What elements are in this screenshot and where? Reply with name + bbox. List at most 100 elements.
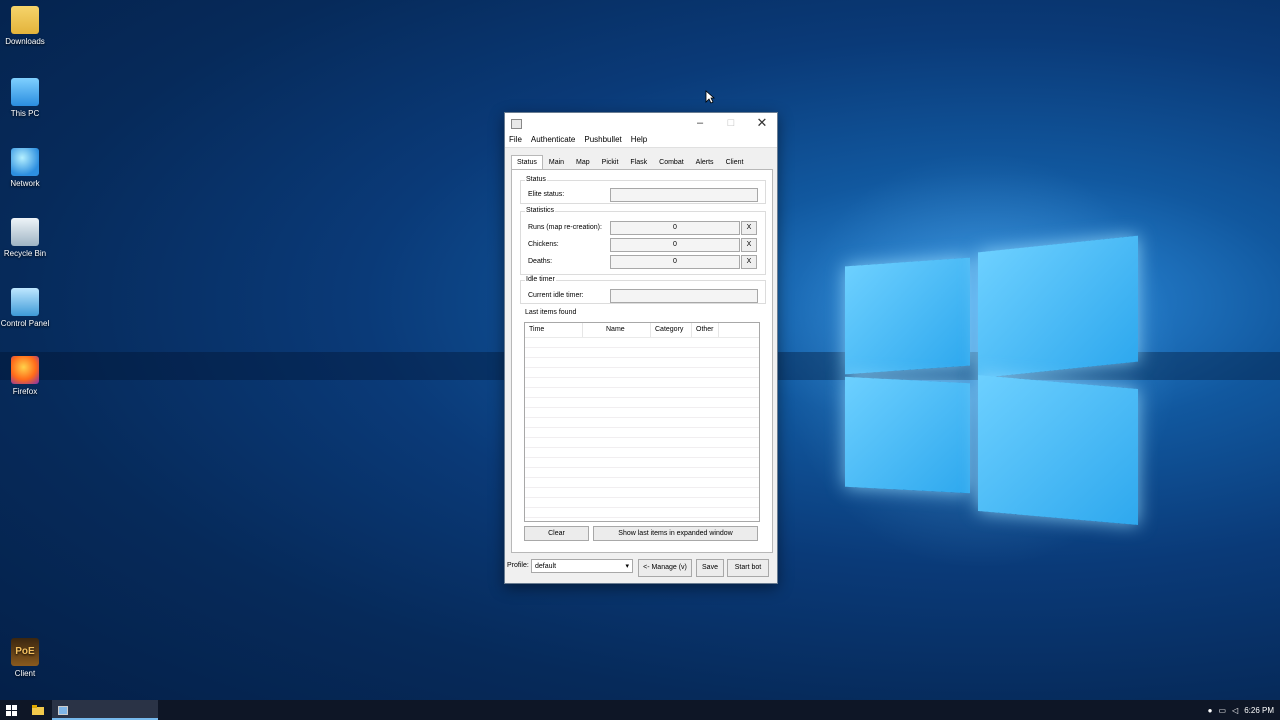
footer-bar: Profile: default ▾ <- Manage (v) Save St… [505,559,777,579]
column-time[interactable]: Time [525,323,583,337]
tab-pickit[interactable]: Pickit [596,155,625,169]
start-bot-button[interactable]: Start bot [727,559,769,577]
table-row [525,348,759,358]
maximize-button[interactable]: □ [716,113,746,133]
chickens-label: Chickens: [528,241,559,248]
reset-runs-button[interactable]: X [741,221,757,235]
network-icon [11,148,39,176]
network-tray-icon[interactable]: ▭ [1218,706,1226,715]
table-row [525,448,759,458]
profile-select[interactable]: default ▾ [531,559,633,573]
tab-status[interactable]: Status [511,155,543,169]
table-row [525,418,759,428]
statistics-heading: Statistics [525,207,556,214]
table-row [525,488,759,498]
profile-label: Profile: [507,562,529,569]
table-row [525,498,759,508]
elite-status-label: Elite status: [528,191,565,198]
desktop-icon-label: Recycle Bin [3,249,47,258]
tab-main[interactable]: Main [543,155,570,169]
clock[interactable]: 6:26 PM [1244,706,1274,715]
desktop-icon-label: Firefox [12,387,38,396]
chickens-value: 0 [610,238,740,252]
file-explorer-icon[interactable] [32,705,44,715]
table-header: Time Name Category Other [525,323,759,338]
menu-help[interactable]: Help [631,133,647,147]
taskbar-app-button[interactable] [52,700,158,720]
column-category[interactable]: Category [651,323,692,337]
clear-button[interactable]: Clear [524,526,589,541]
menu-bar: File Authenticate Pushbullet Help [505,133,777,148]
desktop-icon-control-panel[interactable]: Control Panel [0,288,50,328]
table-row [525,438,759,448]
table-row [525,468,759,478]
wallpaper-pane [845,257,970,375]
save-button[interactable]: Save [696,559,724,577]
table-row [525,478,759,488]
idle-timer-label: Current idle timer: [528,292,584,299]
desktop-icon-recycle-bin[interactable]: Recycle Bin [0,218,50,258]
speaker-icon[interactable]: ◁ [1232,706,1238,715]
desktop-icon-label: Control Panel [0,319,50,328]
app-icon [511,119,522,129]
column-other[interactable]: Other [692,323,719,337]
desktop-icon-downloads[interactable]: Downloads [0,6,50,46]
close-button[interactable]: ✕ [747,113,777,133]
menu-authenticate[interactable]: Authenticate [531,133,575,147]
desktop-icon-network[interactable]: Network [0,148,50,188]
firefox-icon [11,356,39,384]
elite-status-field [610,188,758,202]
reset-chickens-button[interactable]: X [741,238,757,252]
table-row [525,378,759,388]
github-icon[interactable]: ● [1208,706,1213,715]
mouse-cursor-icon [705,90,715,104]
desktop-icon-this-pc[interactable]: This PC [0,78,50,118]
table-row [525,388,759,398]
table-row [525,458,759,468]
poe-client-icon: PoE [11,638,39,666]
table-row [525,428,759,438]
menu-file[interactable]: File [509,133,522,147]
runs-label: Runs (map re-creation): [528,224,602,231]
desktop-icon-label: This PC [10,109,40,118]
deaths-value: 0 [610,255,740,269]
system-tray: ● ▭ ◁ 6:26 PM [1202,700,1274,720]
desktop-icon-firefox[interactable]: Firefox [0,356,50,396]
profile-value: default [535,563,557,570]
tab-flask[interactable]: Flask [624,155,653,169]
table-row [525,408,759,418]
table-row [525,368,759,378]
wallpaper-pane [978,375,1138,525]
idle-heading: Idle timer [525,276,556,283]
table-row [525,358,759,368]
app-icon [58,706,68,715]
computer-icon [11,78,39,106]
idle-timer-field [610,289,758,303]
reset-deaths-button[interactable]: X [741,255,757,269]
wallpaper-pane [845,376,970,494]
folder-icon [11,6,39,34]
status-heading: Status [525,176,547,183]
menu-pushbullet[interactable]: Pushbullet [584,133,621,147]
manage-button[interactable]: <- Manage (v) [638,559,692,577]
desktop-icon-label: Downloads [5,37,45,46]
title-bar[interactable]: – □ ✕ [505,113,777,133]
minimize-button[interactable]: – [685,113,715,133]
tab-combat[interactable]: Combat [653,155,690,169]
last-items-table[interactable]: Time Name Category Other [524,322,760,522]
tab-client[interactable]: Client [720,155,750,169]
column-name[interactable]: Name [583,323,651,337]
desktop-icon-label: Network [10,179,40,188]
tab-map[interactable]: Map [570,155,596,169]
control-panel-icon [11,288,39,316]
bot-window: – □ ✕ File Authenticate Pushbullet Help … [504,112,778,584]
table-row [525,398,759,408]
tab-alerts[interactable]: Alerts [690,155,720,169]
deaths-label: Deaths: [528,258,553,265]
wallpaper-pane [978,235,1138,379]
expand-items-button[interactable]: Show last items in expanded window [593,526,758,541]
windows-start-icon[interactable] [6,705,17,716]
tab-bar: Status Main Map Pickit Flask Combat Aler… [511,155,749,169]
desktop-icon-client[interactable]: PoE Client [0,638,50,678]
table-row [525,338,759,348]
